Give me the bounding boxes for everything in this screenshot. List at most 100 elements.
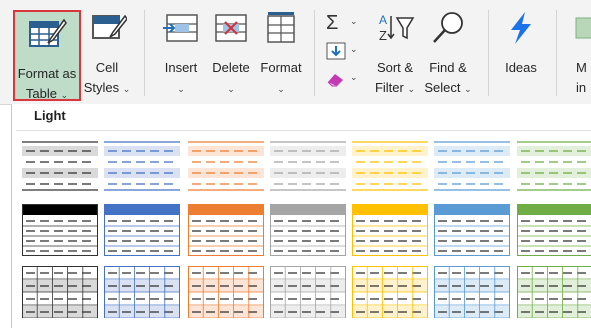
sort-filter-label-line2: Filter	[374, 80, 404, 95]
format-cells-icon	[267, 12, 295, 43]
sort-filter-button[interactable]: A Z Sort & Filter ⌄	[370, 6, 420, 98]
cell-styles-icon	[92, 14, 127, 39]
format-label: Format	[260, 60, 302, 75]
group-divider	[314, 10, 315, 96]
delete-button[interactable]: Delete ⌄	[207, 6, 255, 98]
format-button[interactable]: Format ⌄	[256, 6, 306, 98]
table-style-preview	[188, 204, 264, 256]
insert-button[interactable]: Insert ⌄	[158, 6, 204, 98]
chevron-down-icon: ⌄	[227, 84, 235, 94]
lightning-bolt-icon	[511, 12, 531, 44]
table-style-swatch[interactable]	[188, 266, 264, 318]
find-select-button[interactable]: Find & Select ⌄	[420, 6, 476, 98]
sigma-icon: Σ	[326, 12, 339, 34]
table-style-preview	[270, 141, 346, 191]
find-select-label-line1: Find &	[429, 60, 467, 75]
table-style-swatch[interactable]	[188, 140, 264, 192]
group-divider	[488, 10, 489, 96]
chevron-down-icon: ⌄	[350, 16, 358, 26]
table-style-swatch[interactable]	[517, 204, 591, 256]
delete-cells-icon	[215, 14, 247, 42]
clear-button[interactable]: ⌄	[326, 70, 366, 92]
partial-icon	[575, 17, 591, 39]
partial-label-line1: M	[576, 60, 587, 75]
fill-button[interactable]: ⌄	[326, 42, 366, 64]
table-style-preview	[434, 266, 510, 318]
chevron-down-icon: ⌄	[407, 84, 416, 94]
format-as-table-label-line2-wrap: Table ⌄	[15, 84, 79, 105]
table-style-preview	[104, 204, 180, 256]
table-style-swatch[interactable]	[270, 140, 346, 192]
fill-down-icon	[326, 42, 346, 60]
ideas-label: Ideas	[505, 60, 537, 75]
cell-styles-label-line1: Cell	[95, 60, 119, 75]
table-style-swatch[interactable]	[434, 266, 510, 318]
delete-label: Delete	[212, 60, 250, 75]
ribbon: Format as Table ⌄ Cell Styles ⌄ Insert ⌄	[0, 0, 591, 105]
search-icon	[433, 12, 463, 43]
insert-cells-icon	[163, 14, 198, 42]
find-select-label-line2: Select	[424, 80, 461, 95]
partial-ribbon-button[interactable]: M in	[564, 6, 591, 98]
sort-filter-label-line1: Sort &	[376, 60, 414, 75]
table-style-swatch[interactable]	[104, 266, 180, 318]
table-style-preview	[22, 266, 98, 318]
table-style-preview	[517, 266, 591, 318]
table-style-swatch[interactable]	[22, 266, 98, 318]
chevron-down-icon: ⌄	[60, 90, 69, 100]
cell-styles-button[interactable]: Cell Styles ⌄	[82, 6, 132, 98]
table-style-swatch[interactable]	[104, 204, 180, 256]
chevron-down-icon: ⌄	[464, 84, 472, 94]
table-style-swatch[interactable]	[270, 266, 346, 318]
table-style-preview	[352, 141, 428, 191]
table-style-preview	[517, 141, 591, 191]
table-style-preview	[434, 141, 510, 191]
insert-caret-wrap: ⌄	[158, 78, 204, 99]
format-as-table-icon	[29, 18, 67, 47]
format-as-table-button[interactable]: Format as Table ⌄	[13, 10, 81, 101]
partial-label-line2: in	[576, 80, 587, 95]
table-style-swatch[interactable]	[22, 140, 98, 192]
table-style-swatch[interactable]	[352, 140, 428, 192]
table-style-swatch[interactable]	[270, 204, 346, 256]
table-style-preview	[270, 266, 346, 318]
table-style-preview	[352, 266, 428, 318]
table-style-preview	[517, 204, 591, 256]
group-divider	[556, 10, 557, 96]
table-style-swatch[interactable]	[517, 266, 591, 318]
table-style-preview	[188, 266, 264, 318]
section-label-light: Light	[34, 108, 66, 123]
autosum-button[interactable]: Σ ⌄	[326, 12, 366, 36]
table-style-swatch[interactable]	[104, 140, 180, 192]
table-style-preview	[434, 204, 510, 256]
table-style-swatch[interactable]	[434, 140, 510, 192]
format-as-table-label-line1: Format as	[17, 66, 77, 81]
table-style-swatch[interactable]	[517, 140, 591, 192]
format-caret-wrap: ⌄	[256, 78, 306, 99]
delete-caret-wrap: ⌄	[207, 78, 255, 99]
chevron-down-icon: ⌄	[122, 84, 131, 94]
table-style-swatch[interactable]	[352, 204, 428, 256]
table-style-swatch[interactable]	[352, 266, 428, 318]
cell-styles-label-line2-wrap: Styles ⌄	[82, 78, 132, 99]
table-style-preview	[188, 141, 264, 191]
editing-small-buttons: Σ ⌄ ⌄ ⌄	[322, 10, 368, 96]
table-style-preview	[352, 204, 428, 256]
sort-filter-icon: A Z	[379, 13, 415, 43]
table-style-swatch[interactable]	[434, 204, 510, 256]
table-style-preview	[104, 266, 180, 318]
chevron-down-icon: ⌄	[350, 44, 358, 54]
format-as-table-label-line2: Table	[25, 86, 57, 101]
table-style-swatch[interactable]	[22, 204, 98, 256]
svg-text:Z: Z	[379, 28, 387, 43]
group-divider	[144, 10, 145, 96]
find-select-label-line2-wrap: Select ⌄	[420, 78, 476, 99]
table-style-preview	[22, 204, 98, 256]
chevron-down-icon: ⌄	[177, 84, 185, 94]
table-style-preview	[270, 204, 346, 256]
section-divider	[16, 130, 591, 131]
table-style-swatch[interactable]	[188, 204, 264, 256]
ideas-button[interactable]: Ideas	[498, 6, 544, 98]
eraser-icon	[327, 74, 343, 87]
chevron-down-icon: ⌄	[350, 72, 358, 82]
